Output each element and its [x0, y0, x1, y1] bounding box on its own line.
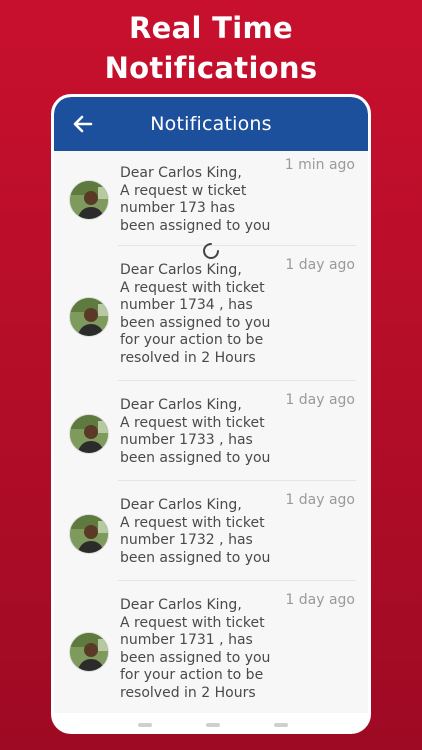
- bottom-navigation-peek: [54, 713, 368, 731]
- notification-message: Dear Carlos King, A request w ticket num…: [120, 165, 271, 234]
- notification-time: 1 min ago: [284, 157, 355, 173]
- loading-spinner-icon: [203, 243, 219, 259]
- avatar: [69, 514, 109, 554]
- notification-time: 1 day ago: [285, 492, 355, 508]
- avatar: [69, 297, 109, 337]
- hero-title-line-1: Real Time: [129, 11, 293, 45]
- notification-time: 1 day ago: [285, 257, 355, 273]
- notification-item[interactable]: Dear Carlos King, A request with ticket …: [54, 581, 368, 716]
- notification-message: Dear Carlos King, A request with ticket …: [120, 397, 271, 466]
- hero-title: Real Time Notifications: [0, 8, 422, 88]
- nav-indicator: [138, 723, 152, 727]
- notification-item[interactable]: Dear Carlos King, A request with ticket …: [54, 246, 368, 381]
- arrow-left-icon[interactable]: [71, 112, 95, 136]
- avatar: [69, 632, 109, 672]
- notification-item[interactable]: Dear Carlos King, A request w ticket num…: [54, 151, 368, 246]
- avatar: [69, 180, 109, 220]
- notification-item[interactable]: Dear Carlos King, A request with ticket …: [54, 481, 368, 581]
- avatar: [69, 414, 109, 454]
- notification-time: 1 day ago: [285, 592, 355, 608]
- hero-title-line-2: Notifications: [104, 51, 318, 85]
- page-title: Notifications: [150, 113, 272, 135]
- nav-indicator: [206, 723, 220, 727]
- notification-list[interactable]: Dear Carlos King, A request w ticket num…: [54, 151, 368, 731]
- notification-message: Dear Carlos King, A request with ticket …: [120, 497, 271, 566]
- nav-indicator: [274, 723, 288, 727]
- phone-frame: Notifications Dear Carlos King, A reques…: [51, 94, 371, 734]
- app-bar: Notifications: [54, 97, 368, 151]
- notification-message: Dear Carlos King, A request with ticket …: [120, 262, 271, 366]
- notification-item[interactable]: Dear Carlos King, A request with ticket …: [54, 381, 368, 481]
- notification-message: Dear Carlos King, A request with ticket …: [120, 597, 271, 701]
- notification-time: 1 day ago: [285, 392, 355, 408]
